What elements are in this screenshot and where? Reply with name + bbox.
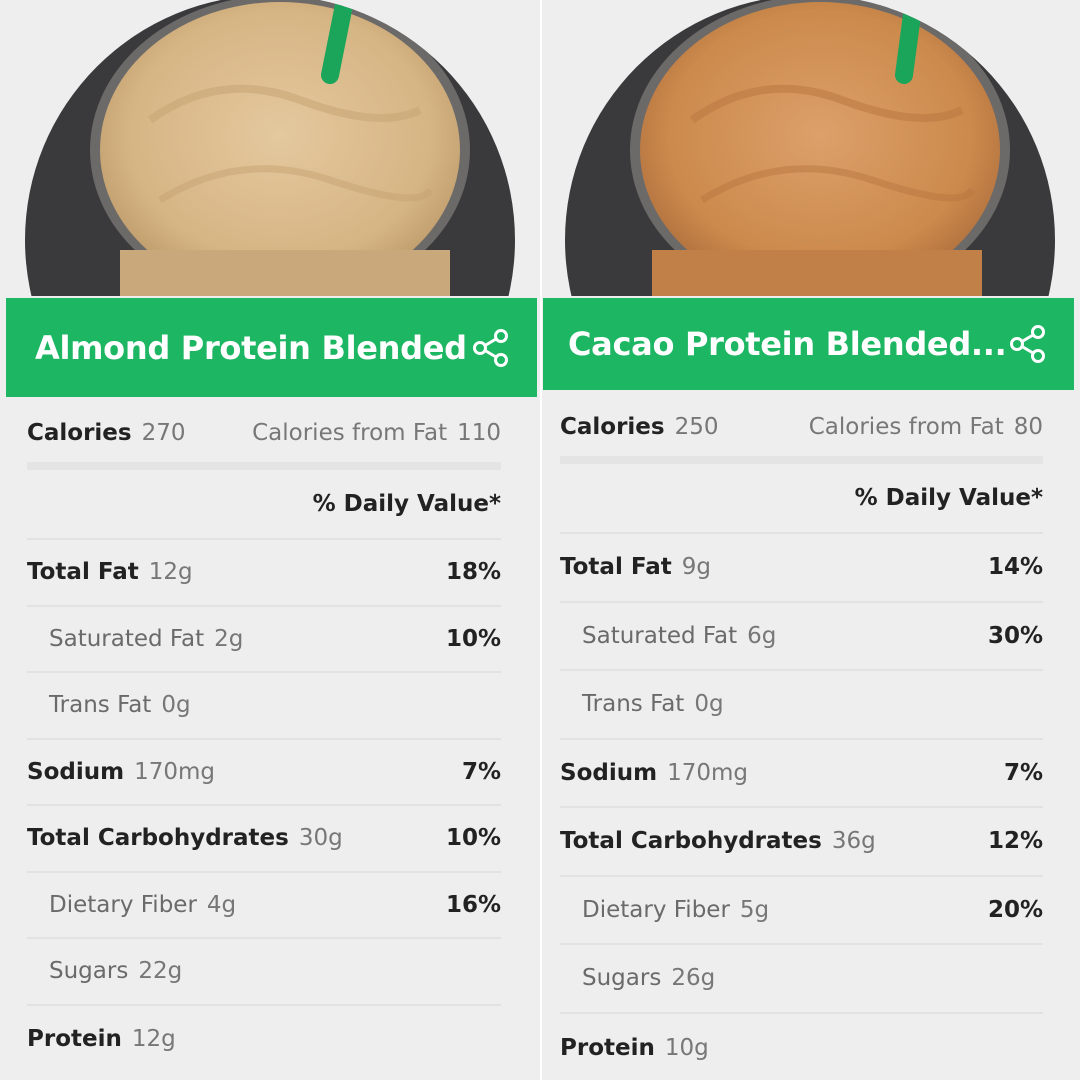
drink-title: Almond Protein Blended... [35,328,469,367]
daily-value-percent: 10% [445,825,501,852]
calories-row: Calories 250 Calories from Fat 80 [560,398,1043,464]
nutrient-amount: 9g [681,554,711,581]
nutrient-amount: 4g [206,891,237,918]
daily-value-percent: 16% [445,891,501,918]
nutrient-row: Total Carbohydrates 36g 12% [560,808,1043,877]
daily-value-percent: 14% [987,554,1043,581]
almond-panel: Almond Protein Blended... Calories 270 Ca… [0,0,540,1080]
daily-value-percent: 18% [445,559,501,586]
nutrient-row: Total Carbohydrates 30g 10% [27,806,501,873]
nutrient-amount: 12g [148,559,193,586]
nutrient-amount: 12g [131,1025,176,1052]
daily-value-header-row: % Daily Value* [560,464,1043,534]
daily-value-percent: 10% [445,625,501,652]
calories-from-fat-value: 110 [457,420,501,446]
nutrient-row: Saturated Fat 2g 10% [27,607,501,673]
nutrient-amount: 36g [831,828,876,855]
nutrient-amount: 170mg [667,759,748,786]
calories-row: Calories 270 Calories from Fat 110 [27,404,501,470]
daily-value-percent: 7% [1003,759,1043,786]
nutrient-row: Protein 10g [560,1014,1043,1080]
calories-label: Calories [27,420,132,446]
almond-title-bar: Almond Protein Blended... [6,298,537,397]
daily-value-header: % Daily Value* [854,485,1043,511]
nutrient-label: Sodium [560,759,658,786]
nutrient-row: Trans Fat 0g [27,673,501,740]
calories-from-fat-value: 80 [1013,414,1043,440]
nutrient-label: Trans Fat [582,691,685,718]
nutrient-amount: 0g [694,691,724,718]
nutrient-label: Total Fat [560,554,672,581]
nutrient-amount: 6g [747,622,777,649]
nutrient-amount: 0g [161,692,191,719]
nutrient-row: Protein 12g [27,1006,501,1073]
nutrient-label: Dietary Fiber [582,896,730,923]
nutrient-label: Protein [27,1025,122,1052]
nutrient-label: Sodium [27,758,125,785]
cacao-panel: Cacao Protein Blended... Calories 250 Cal… [542,0,1080,1080]
nutrient-label: Total Fat [27,559,139,586]
calories-label: Calories [560,414,665,440]
nutrient-row: Trans Fat 0g [560,671,1043,740]
daily-value-header-row: % Daily Value* [27,470,501,540]
almond-drink-photo [0,0,540,296]
daily-value-percent: 20% [987,896,1043,923]
nutrient-row: Dietary Fiber 5g 20% [560,877,1043,945]
nutrient-row: Sugars 26g [560,945,1043,1014]
nutrient-row: Saturated Fat 6g 30% [560,603,1043,671]
daily-value-percent: 12% [987,828,1043,855]
nutrient-amount: 170mg [134,758,215,785]
nutrient-label: Trans Fat [49,692,152,719]
nutrient-row: Sugars 22g [27,939,501,1006]
nutrition-facts: Calories 270 Calories from Fat 110 % Daily… [27,404,501,1072]
nutrient-amount: 10g [664,1034,709,1061]
nutrient-label: Sugars [582,965,662,992]
calories-from-fat-label: Calories from Fat [252,420,448,446]
share-icon[interactable] [1006,322,1050,366]
nutrient-label: Protein [560,1034,655,1061]
daily-value-percent: 30% [987,622,1043,649]
nutrient-row: Dietary Fiber 4g 16% [27,873,501,939]
cacao-drink-photo [542,0,1080,296]
drink-title: Cacao Protein Blended... [568,325,1006,363]
cacao-title-bar: Cacao Protein Blended... [543,298,1074,390]
nutrient-row: Sodium 170mg 7% [27,740,501,806]
nutrition-facts: Calories 250 Calories from Fat 80 % Daily … [560,398,1043,1080]
daily-value-percent: 7% [461,758,501,785]
nutrient-amount: 2g [214,625,244,652]
nutrient-row: Total Fat 9g 14% [560,534,1043,603]
calories-value: 250 [674,414,719,440]
nutrient-label: Saturated Fat [49,625,205,652]
daily-value-header: % Daily Value* [312,491,501,517]
calories-value: 270 [141,420,186,446]
nutrient-row: Sodium 170mg 7% [560,740,1043,808]
nutrient-amount: 30g [298,825,343,852]
nutrient-label: Sugars [49,958,129,985]
share-icon[interactable] [469,326,513,370]
nutrient-row: Total Fat 12g 18% [27,540,501,607]
nutrient-label: Dietary Fiber [49,891,197,918]
nutrient-label: Total Carbohydrates [27,825,289,852]
calories-from-fat-label: Calories from Fat [808,414,1004,440]
nutrient-label: Saturated Fat [582,622,738,649]
nutrient-label: Total Carbohydrates [560,828,822,855]
nutrient-amount: 5g [739,896,770,923]
nutrient-amount: 22g [138,958,183,985]
nutrient-amount: 26g [671,965,716,992]
